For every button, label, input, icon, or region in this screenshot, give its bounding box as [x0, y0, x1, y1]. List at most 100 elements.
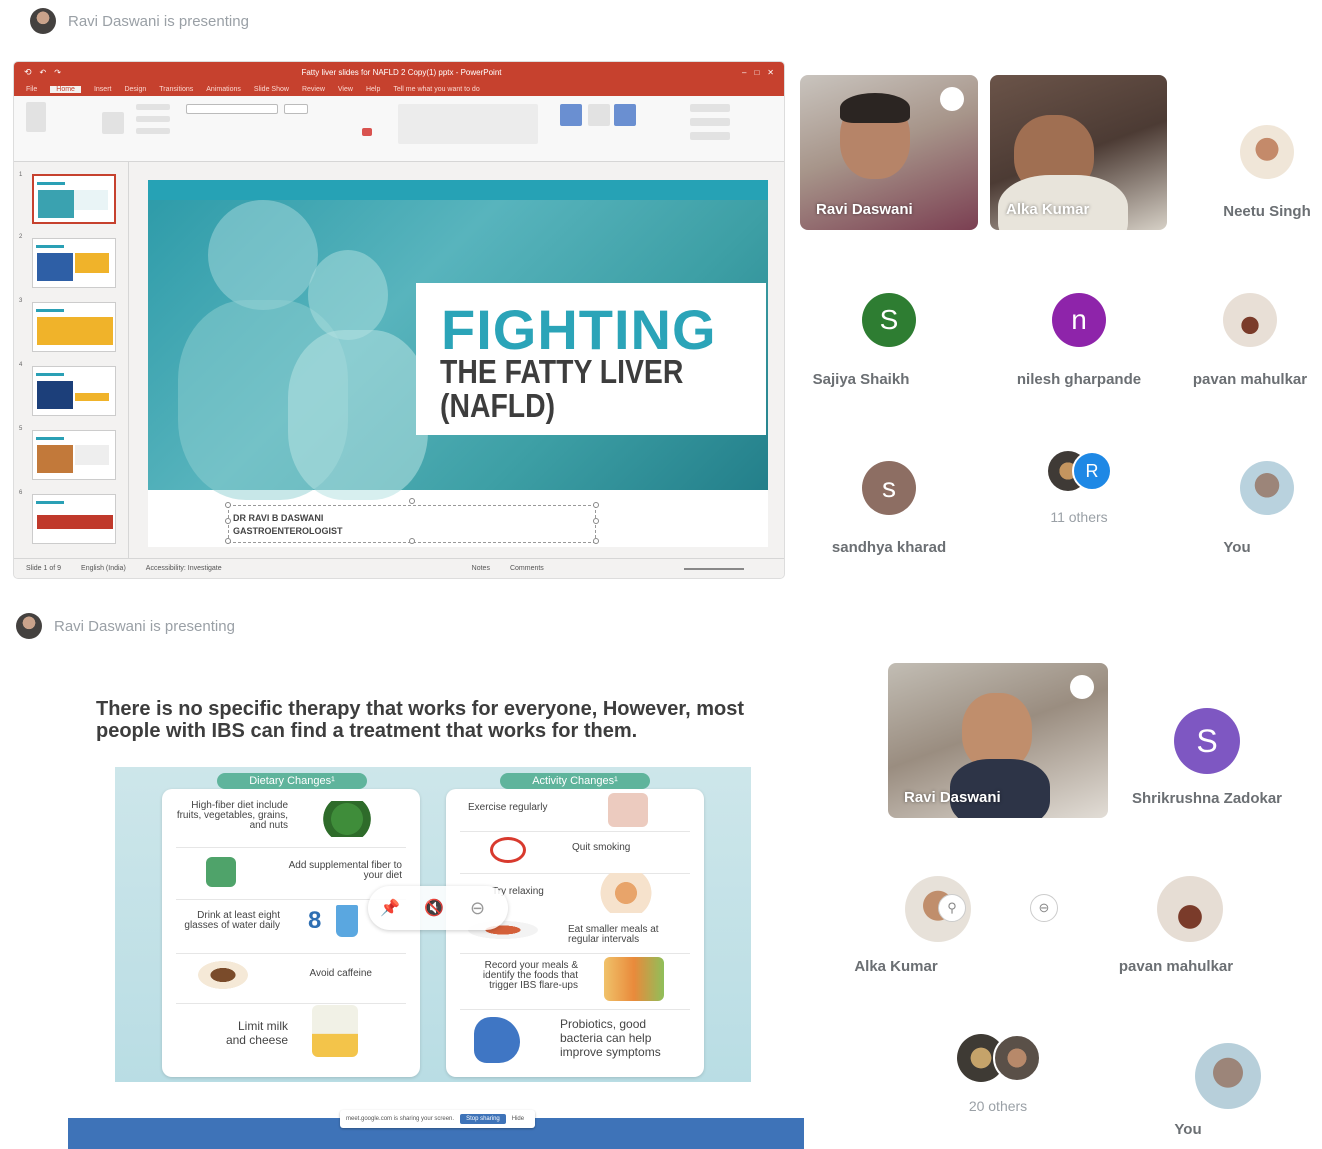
tab-help[interactable]: Help [366, 86, 380, 93]
presenting-text: Ravi Daswani is presenting [54, 617, 235, 635]
video-tile-alka[interactable]: Alka Kumar [990, 75, 1167, 230]
tell-me-search[interactable]: Tell me what you want to do [393, 86, 479, 93]
thumb-number: 5 [19, 426, 23, 432]
eight-glasses-number: 8 [308, 907, 322, 934]
minimize-icon[interactable]: – [742, 68, 746, 77]
select-button[interactable] [690, 132, 730, 140]
avatar: R [1072, 451, 1112, 491]
speaker-name: DR RAVI B DASWANI [233, 513, 324, 523]
resize-handle[interactable] [593, 538, 599, 544]
tab-slideshow[interactable]: Slide Show [254, 86, 289, 93]
slide-thumbnail[interactable] [32, 366, 116, 416]
section-button[interactable] [136, 128, 170, 134]
participant-you[interactable]: You [1177, 461, 1322, 556]
tile-name: Alka Kumar [1006, 201, 1090, 218]
video-tile-ravi[interactable]: Ravi Daswani [800, 75, 978, 230]
stop-sharing-button[interactable]: Stop sharing [460, 1114, 506, 1124]
new-slide-button[interactable] [102, 112, 124, 134]
paragraph-group[interactable] [398, 104, 538, 144]
notes-button[interactable]: Notes [472, 565, 490, 572]
participant-pavan[interactable]: pavan mahulkar [1160, 293, 1322, 388]
replace-button[interactable] [690, 118, 730, 126]
resize-handle[interactable] [593, 518, 599, 524]
resize-handle[interactable] [225, 518, 231, 524]
slide-thumbnail[interactable] [32, 302, 116, 352]
participant-others-bottom[interactable]: 20 others [908, 1034, 1088, 1114]
comments-button[interactable]: Comments [510, 565, 544, 572]
pin-icon[interactable]: ⚲ [938, 894, 966, 922]
font-name-select[interactable] [186, 104, 278, 114]
undo-icon[interactable]: ↶ [40, 68, 47, 77]
resize-handle[interactable] [593, 502, 599, 508]
participant-nilesh[interactable]: n nilesh gharpande [989, 293, 1169, 388]
mute-icon[interactable]: 🔇 [424, 898, 444, 918]
resize-handle[interactable] [225, 502, 231, 508]
remove-participant-icon[interactable]: ⊖ [1030, 894, 1058, 922]
close-icon[interactable]: ✕ [767, 68, 774, 77]
font-size-select[interactable] [284, 104, 308, 114]
participant-name: 20 others [968, 1098, 1028, 1114]
find-button[interactable] [690, 104, 730, 112]
participant-neetu[interactable]: Neetu Singh [1177, 125, 1322, 220]
tab-animations[interactable]: Animations [206, 86, 241, 93]
resize-handle[interactable] [409, 538, 415, 544]
pin-icon[interactable]: 📌 [380, 898, 400, 918]
remove-icon[interactable]: ⊖ [470, 898, 485, 919]
reset-button[interactable] [136, 116, 170, 122]
activity-item: Probiotics, good bacteria can help impro… [560, 1017, 661, 1059]
paste-button[interactable] [26, 102, 46, 132]
shapes-button[interactable] [560, 104, 582, 126]
participant-you-bottom[interactable]: You [1138, 1043, 1318, 1138]
participant-shrikrushna[interactable]: S Shrikrushna Zadokar [1117, 708, 1297, 807]
participant-name: 11 others [1050, 509, 1108, 525]
ppt-window-title: Fatty liver slides for NAFLD 2 Copy(1) p… [301, 67, 502, 77]
tab-insert[interactable]: Insert [94, 86, 112, 93]
redo-icon[interactable]: ↷ [54, 68, 61, 77]
tile-options-button[interactable] [940, 87, 964, 111]
slide-thumbnail[interactable] [32, 174, 116, 224]
tab-review[interactable]: Review [302, 86, 325, 93]
accessibility-status[interactable]: Accessibility: Investigate [146, 565, 222, 572]
tile-options-button[interactable] [1070, 675, 1094, 699]
font-color-button[interactable] [362, 128, 372, 136]
participant-alka[interactable]: Alka Kumar [848, 876, 1028, 975]
tab-file[interactable]: File [26, 86, 37, 93]
resize-handle[interactable] [225, 538, 231, 544]
current-slide[interactable]: FIGHTING THE FATTY LIVER (NAFLD) DR RAVI… [148, 180, 768, 547]
participant-name: pavan mahulkar [1192, 371, 1308, 388]
video-tile-ravi-bottom[interactable]: Ravi Daswani [888, 663, 1108, 818]
avatar: S [862, 293, 916, 347]
tab-design[interactable]: Design [124, 86, 146, 93]
slide-title-box[interactable]: FIGHTING THE FATTY LIVER (NAFLD) [416, 283, 766, 435]
slide-thumbnail[interactable] [32, 494, 116, 544]
participant-name: You [1223, 539, 1251, 556]
dietary-changes-card: Dietary Changes¹ High-fiber diet include… [162, 773, 420, 1077]
participant-others[interactable]: R 11 others [989, 451, 1169, 525]
arrange-button[interactable] [588, 104, 610, 126]
resize-handle[interactable] [409, 498, 415, 504]
tab-view[interactable]: View [338, 86, 353, 93]
participant-pavan-bottom[interactable]: pavan mahulkar [1100, 876, 1280, 975]
hide-button[interactable]: Hide [512, 1116, 524, 1122]
powerpoint-window: ⟲ ↶ ↷ Fatty liver slides for NAFLD 2 Cop… [14, 62, 784, 578]
quick-styles-button[interactable] [614, 104, 636, 126]
avatar-initial: n [1071, 304, 1087, 335]
autosave-icon[interactable]: ⟲ [24, 67, 32, 78]
tab-home[interactable]: Home [50, 85, 81, 93]
speaker-title: GASTROENTEROLOGIST [233, 526, 343, 536]
layout-button[interactable] [136, 104, 170, 110]
slide-thumbnail[interactable] [32, 238, 116, 288]
participant-sajiya[interactable]: S Sajiya Shaikh [799, 293, 979, 388]
thumb-number: 6 [19, 490, 23, 496]
language[interactable]: English (India) [81, 565, 126, 572]
slide-thumbnail[interactable] [32, 430, 116, 480]
presenting-banner: Ravi Daswani is presenting [16, 613, 235, 639]
participant-name: pavan mahulkar [1118, 958, 1234, 975]
maximize-icon[interactable]: □ [754, 68, 759, 77]
zoom-slider[interactable] [684, 568, 744, 570]
presenter-avatar [30, 8, 56, 34]
slide-subtitle-line1: THE FATTY LIVER [440, 353, 684, 390]
participant-sandhya[interactable]: s sandhya kharad [799, 461, 979, 556]
diet-item: Add supplemental fiber to your diet [288, 860, 402, 881]
tab-transitions[interactable]: Transitions [159, 86, 193, 93]
